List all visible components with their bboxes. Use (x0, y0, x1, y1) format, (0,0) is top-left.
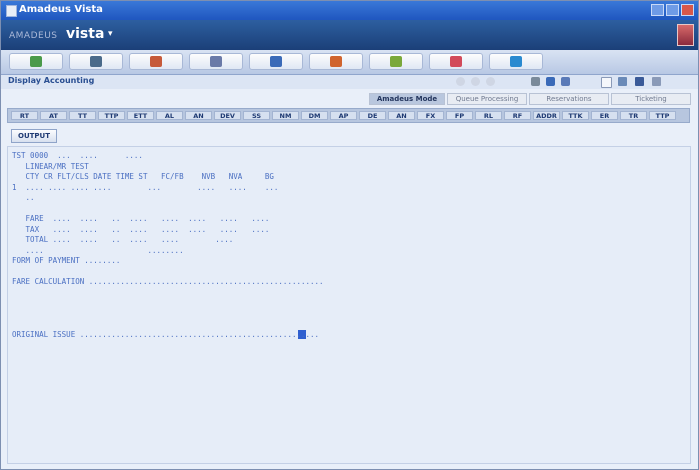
edit-icon[interactable] (546, 77, 555, 86)
terminal-output[interactable]: TST 0000 ... .... .... LINEAR/MR TEST CT… (7, 146, 691, 464)
section-header: Display Accounting (1, 75, 698, 89)
terminal-line: FARE CALCULATION .......................… (12, 277, 324, 286)
status-light-icon (486, 77, 495, 86)
book-icon[interactable] (69, 53, 123, 70)
function-key[interactable]: DM (301, 111, 328, 120)
function-key[interactable]: TTP (98, 111, 125, 120)
function-key[interactable]: AP (330, 111, 357, 120)
minimize-button[interactable] (651, 4, 664, 16)
currency-icon[interactable] (129, 53, 183, 70)
brand-dropdown-icon[interactable]: ▾ (108, 29, 113, 39)
function-key[interactable]: DE (359, 111, 386, 120)
terminal-line: FARE .... .... .. .... .... .... .... ..… (12, 214, 270, 223)
app-icon (6, 5, 17, 17)
function-key[interactable]: AL (156, 111, 183, 120)
terminal-line: TAX .... .... .. .... .... .... .... ...… (12, 224, 270, 234)
function-key[interactable]: NM (272, 111, 299, 120)
tab-queue-processing[interactable]: Queue Processing (447, 93, 527, 105)
function-key[interactable]: RL (475, 111, 502, 120)
settings-icon[interactable] (561, 77, 570, 86)
brand-vista: vista (66, 26, 105, 42)
status-light-icon (456, 77, 465, 86)
document-icon[interactable] (429, 53, 483, 70)
function-key[interactable]: TTP (649, 111, 676, 120)
function-key[interactable]: DEV (214, 111, 241, 120)
function-key[interactable]: RF (504, 111, 531, 120)
section-title: Display Accounting (8, 76, 95, 85)
terminal-line: CTY CR FLT/CLS DATE TIME ST FC/FB NVB NV… (12, 172, 274, 181)
new-document-icon[interactable] (601, 77, 612, 88)
function-key[interactable]: TR (620, 111, 647, 120)
function-key[interactable]: SS (243, 111, 270, 120)
function-key[interactable]: ETT (127, 111, 154, 120)
terminal-line: .... ........ (12, 245, 184, 255)
brand-bar: AMADEUS vista ▾ (1, 20, 698, 50)
corner-logo-icon (677, 24, 694, 46)
world-icon[interactable] (489, 53, 543, 70)
plane-icon[interactable] (189, 53, 243, 70)
function-key[interactable]: ADDR (533, 111, 560, 120)
icon-toolbar (1, 50, 698, 75)
function-key[interactable]: AN (388, 111, 415, 120)
shield-icon[interactable] (369, 53, 423, 70)
function-key[interactable]: AT (40, 111, 67, 120)
function-key[interactable]: AN (185, 111, 212, 120)
tab-ticketing[interactable]: Ticketing (611, 93, 691, 105)
hotel-icon[interactable] (309, 53, 363, 70)
terminal-line: ORIGINAL ISSUE .........................… (12, 329, 320, 339)
terminal-line: .. (12, 193, 35, 202)
function-key[interactable]: FX (417, 111, 444, 120)
tools-icon[interactable] (531, 77, 540, 86)
title-bar[interactable]: Amadeus Vista (1, 1, 698, 20)
status-light-icon (471, 77, 480, 86)
globe-icon[interactable] (9, 53, 63, 70)
tab-reservations[interactable]: Reservations (529, 93, 609, 105)
function-key[interactable]: TTK (562, 111, 589, 120)
function-key-strip: RT AT TT TTP ETT AL AN DEV SS NM DM AP DE AN FX FP RL RF A… (7, 108, 690, 123)
mode-tabs: Amadeus Mode Queue Processing Reservatio… (1, 93, 698, 106)
car-icon[interactable] (249, 53, 303, 70)
tab-amadeus-mode[interactable]: Amadeus Mode (369, 93, 445, 105)
window-controls (651, 4, 694, 16)
function-key[interactable]: ER (591, 111, 618, 120)
print-icon[interactable] (635, 77, 644, 86)
save-icon[interactable] (652, 77, 661, 86)
pen-icon[interactable] (618, 77, 627, 86)
window-title: Amadeus Vista (19, 4, 103, 15)
main-window: Amadeus Vista AMADEUS vista ▾ Display Ac… (0, 0, 699, 470)
close-button[interactable] (681, 4, 694, 16)
function-key[interactable]: RT (11, 111, 38, 120)
terminal-line: TST 0000 ... .... .... (12, 151, 143, 160)
function-key[interactable]: FP (446, 111, 473, 120)
function-key[interactable]: TT (69, 111, 96, 120)
maximize-button[interactable] (666, 4, 679, 16)
output-button[interactable]: OUTPUT (11, 129, 57, 143)
terminal-line: 1 .... .... .... .... ... .... .... ... (12, 182, 279, 192)
terminal-line: TOTAL .... .... .. .... .... .... (12, 235, 234, 244)
terminal-line: FORM OF PAYMENT ........ (12, 256, 121, 265)
terminal-line: LINEAR/MR TEST (12, 161, 89, 171)
brand-amadeus: AMADEUS (9, 31, 58, 41)
